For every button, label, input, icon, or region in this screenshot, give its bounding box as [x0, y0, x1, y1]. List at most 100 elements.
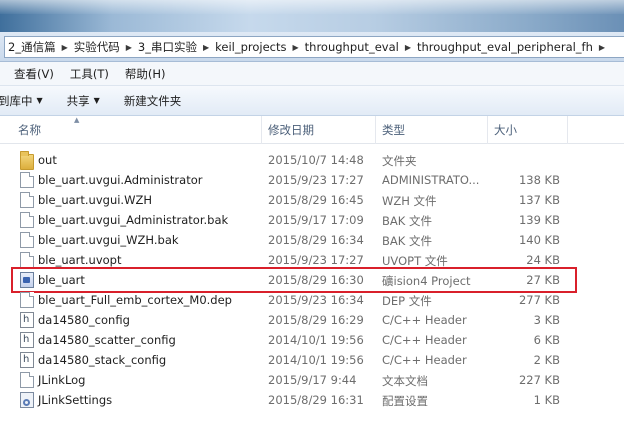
- file-name: ble_uart_Full_emb_cortex_M0.dep: [38, 293, 232, 307]
- column-header-type-label: 类型: [382, 123, 405, 137]
- column-header-size[interactable]: 大小: [488, 116, 568, 144]
- breadcrumb-item[interactable]: throughput_eval_peripheral_fh: [417, 40, 593, 54]
- file-type: 礦ision4 Project: [382, 274, 471, 288]
- menu-bar: 查看(V) 工具(T) 帮助(H): [0, 62, 624, 86]
- breadcrumb-item[interactable]: 实验代码: [74, 39, 120, 55]
- file-modified: 2015/8/29 16:29: [268, 313, 364, 327]
- file-name: da14580_scatter_config: [38, 333, 176, 347]
- header-file-icon: [20, 312, 34, 328]
- file-modified: 2015/9/17 17:09: [268, 213, 364, 227]
- folder-icon: [20, 151, 34, 170]
- include-in-library-button[interactable]: 到库中 ▼: [0, 93, 43, 109]
- file-icon: [20, 252, 34, 268]
- file-modified: 2014/10/1 19:56: [268, 353, 364, 367]
- breadcrumb-item[interactable]: throughput_eval: [305, 40, 399, 54]
- file-type: BAK 文件: [382, 214, 432, 228]
- file-icon: [20, 292, 34, 308]
- file-type: BAK 文件: [382, 234, 432, 248]
- file-size: 3 KB: [533, 313, 560, 327]
- file-modified: 2015/8/29 16:45: [268, 193, 364, 207]
- new-folder-button[interactable]: 新建文件夹: [124, 93, 182, 109]
- file-row[interactable]: ble_uart.uvgui_WZH.bak 2015/8/29 16:34 B…: [14, 230, 574, 250]
- file-size: 1 KB: [533, 393, 560, 407]
- column-header-name-label: 名称: [18, 123, 41, 137]
- file-type: C/C++ Header: [382, 333, 467, 347]
- file-row[interactable]: da14580_scatter_config 2014/10/1 19:56 C…: [14, 330, 574, 350]
- file-type: UVOPT 文件: [382, 254, 448, 268]
- file-row[interactable]: JLinkLog 2015/9/17 9:44 文本文档 227 KB: [14, 370, 574, 390]
- file-size: 277 KB: [518, 293, 560, 307]
- file-modified: 2015/9/23 17:27: [268, 253, 364, 267]
- breadcrumb-separator-icon[interactable]: ▶: [126, 43, 132, 52]
- file-row-highlighted[interactable]: ble_uart 2015/8/29 16:30 礦ision4 Project…: [11, 267, 577, 293]
- file-size: 24 KB: [526, 253, 560, 267]
- project-icon: [20, 272, 34, 288]
- file-row[interactable]: da14580_config 2015/8/29 16:29 C/C++ Hea…: [14, 310, 574, 330]
- share-button[interactable]: 共享 ▼: [67, 93, 100, 109]
- menu-view[interactable]: 查看(V): [14, 66, 54, 82]
- file-row[interactable]: JLinkSettings 2015/8/29 16:31 配置设置 1 KB: [14, 390, 574, 410]
- file-type: ADMINISTRATO...: [382, 173, 480, 187]
- file-name: ble_uart.uvgui.WZH: [38, 193, 152, 207]
- file-name: ble_uart.uvgui.Administrator: [38, 173, 203, 187]
- dropdown-arrow-icon: ▼: [93, 96, 100, 105]
- file-size: 140 KB: [518, 233, 560, 247]
- file-row[interactable]: ble_uart.uvgui_Administrator.bak 2015/9/…: [14, 210, 574, 230]
- breadcrumb-separator-icon[interactable]: ▶: [405, 43, 411, 52]
- breadcrumb-separator-icon[interactable]: ▶: [203, 43, 209, 52]
- file-icon: [20, 232, 34, 248]
- breadcrumb-item[interactable]: keil_projects: [215, 40, 286, 54]
- file-row[interactable]: out 2015/10/7 14:48 文件夹: [14, 150, 574, 170]
- breadcrumb-separator-icon[interactable]: ▶: [293, 43, 299, 52]
- column-header-type[interactable]: 类型: [376, 116, 488, 144]
- file-icon: [20, 212, 34, 228]
- file-name: JLinkLog: [38, 373, 86, 387]
- file-modified: 2015/9/23 16:34: [268, 293, 364, 307]
- file-size: 227 KB: [518, 373, 560, 387]
- file-name: ble_uart.uvgui_WZH.bak: [38, 233, 179, 247]
- file-name: da14580_stack_config: [38, 353, 167, 367]
- file-row[interactable]: ble_uart_Full_emb_cortex_M0.dep 2015/9/2…: [14, 290, 574, 310]
- file-type: DEP 文件: [382, 294, 432, 308]
- file-type: C/C++ Header: [382, 313, 467, 327]
- file-modified: 2015/9/17 9:44: [268, 373, 357, 387]
- dropdown-arrow-icon: ▼: [36, 96, 43, 105]
- file-row[interactable]: ble_uart.uvgui.Administrator 2015/9/23 1…: [14, 170, 574, 190]
- file-size: 137 KB: [518, 193, 560, 207]
- file-modified: 2015/10/7 14:48: [268, 153, 364, 167]
- file-modified: 2015/8/29 16:34: [268, 233, 364, 247]
- file-type: 文件夹: [382, 154, 417, 168]
- include-in-library-label: 到库中: [0, 93, 33, 108]
- breadcrumb[interactable]: 2_通信篇 ▶ 实验代码 ▶ 3_串口实验 ▶ keil_projects ▶ …: [4, 36, 624, 58]
- file-type: 配置设置: [382, 394, 428, 408]
- file-row[interactable]: ble_uart.uvopt 2015/9/23 17:27 UVOPT 文件 …: [14, 250, 574, 270]
- file-modified: 2015/9/23 17:27: [268, 173, 364, 187]
- header-file-icon: [20, 332, 34, 348]
- column-headers: ▲ 名称 修改日期 类型 大小: [0, 116, 624, 144]
- breadcrumb-item[interactable]: 3_串口实验: [138, 39, 197, 55]
- file-icon: [20, 192, 34, 208]
- breadcrumb-separator-icon[interactable]: ▶: [62, 43, 68, 52]
- menu-tools[interactable]: 工具(T): [70, 66, 109, 82]
- column-header-name[interactable]: 名称: [0, 116, 262, 144]
- column-header-modified[interactable]: 修改日期: [262, 116, 376, 144]
- command-bar: 到库中 ▼ 共享 ▼ 新建文件夹: [0, 86, 624, 116]
- file-name: JLinkSettings: [38, 393, 113, 407]
- new-folder-label: 新建文件夹: [123, 93, 182, 108]
- file-name: da14580_config: [38, 313, 130, 327]
- file-size: 138 KB: [518, 173, 560, 187]
- file-type: C/C++ Header: [382, 353, 467, 367]
- file-size: 2 KB: [533, 353, 560, 367]
- column-header-size-label: 大小: [494, 123, 517, 137]
- file-row[interactable]: da14580_stack_config 2014/10/1 19:56 C/C…: [14, 350, 574, 370]
- breadcrumb-item[interactable]: 2_通信篇: [8, 39, 56, 55]
- share-label: 共享: [66, 93, 90, 108]
- file-modified: 2015/8/29 16:31: [268, 393, 364, 407]
- address-bar: 2_通信篇 ▶ 实验代码 ▶ 3_串口实验 ▶ keil_projects ▶ …: [0, 32, 624, 62]
- file-modified: 2015/8/29 16:30: [268, 273, 364, 287]
- menu-help[interactable]: 帮助(H): [125, 66, 166, 82]
- file-name: out: [38, 153, 57, 167]
- breadcrumb-separator-icon[interactable]: ▶: [599, 43, 605, 52]
- file-row[interactable]: ble_uart.uvgui.WZH 2015/8/29 16:45 WZH 文…: [14, 190, 574, 210]
- text-file-icon: [20, 372, 34, 388]
